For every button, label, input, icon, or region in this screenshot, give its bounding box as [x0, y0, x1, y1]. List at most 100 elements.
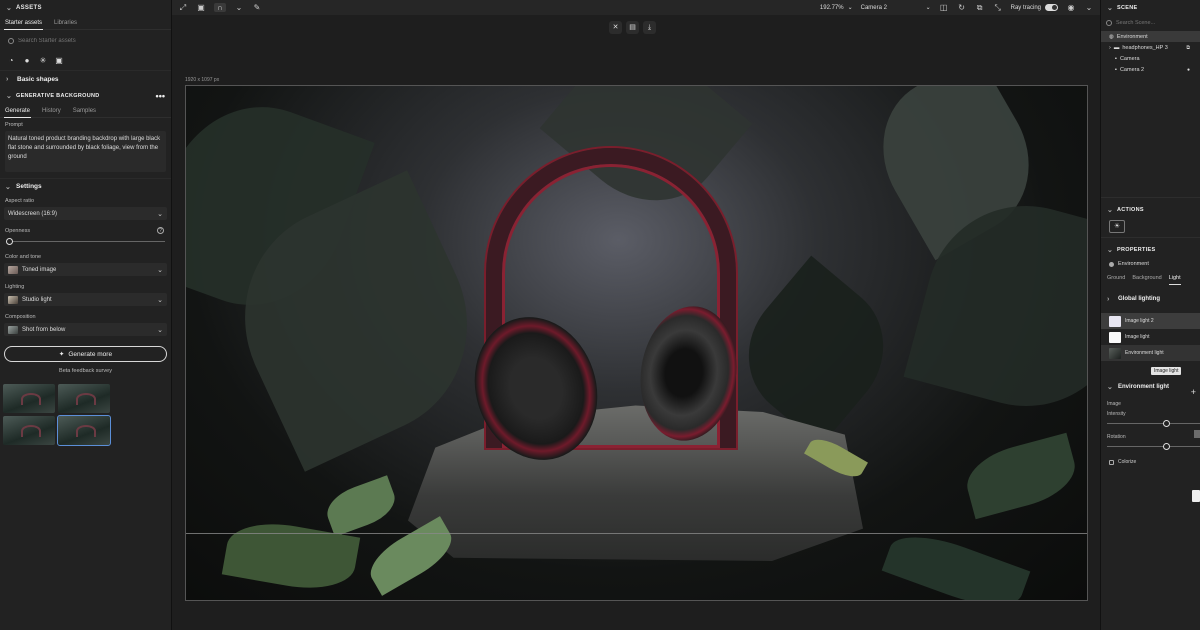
intensity-label: Intensity	[1107, 411, 1126, 417]
lighting-value: Studio light	[22, 296, 52, 303]
slider-knob[interactable]	[1163, 420, 1170, 427]
zoom-select[interactable]: 192.77% ⌄	[820, 4, 853, 12]
generative-background-header[interactable]: ⌄ GENERATIVE BACKGROUND •••	[0, 88, 171, 104]
generative-background-title: GENERATIVE BACKGROUND	[16, 93, 100, 99]
slider-track	[1107, 446, 1200, 447]
generated-thumbnail[interactable]	[3, 416, 55, 445]
scene-spacer	[1101, 75, 1200, 193]
beta-feedback-link[interactable]: Beta feedback survey	[0, 368, 171, 374]
colorize-row[interactable]: Colorize	[1101, 451, 1200, 465]
tree-item-headphones[interactable]: › ▬ headphones_HP 3 ⧉	[1101, 42, 1200, 53]
prompt-textarea[interactable]: Natural toned product branding backdrop …	[5, 131, 166, 172]
lighting-select[interactable]: Studio light ⌄	[4, 293, 167, 306]
aspect-ratio-select[interactable]: Widescreen (16:9) ⌄	[4, 207, 167, 220]
environment-image-swatch[interactable]	[1194, 430, 1200, 438]
tab-generate[interactable]: Generate	[4, 104, 32, 118]
tab-ground[interactable]: Ground	[1107, 275, 1125, 285]
color-tone-select[interactable]: Toned image ⌄	[4, 263, 167, 276]
close-icon[interactable]: ✕	[609, 21, 622, 34]
generate-more-label: Generate more	[68, 350, 113, 358]
generated-thumbnail-selected[interactable]	[57, 415, 111, 446]
globe-icon	[1109, 261, 1114, 267]
tab-background[interactable]: Background	[1132, 275, 1161, 285]
openness-slider[interactable]	[6, 238, 165, 246]
scene-header[interactable]: ⌄ SCENE	[1101, 0, 1200, 15]
rotate-icon[interactable]: ↻	[957, 3, 967, 12]
assets-header[interactable]: ⌄ ASSETS	[0, 0, 171, 16]
light-swatch	[1109, 347, 1121, 359]
camera-icon: ▪	[1115, 55, 1117, 62]
properties-header[interactable]: ⌄ PROPERTIES	[1101, 242, 1200, 257]
chevron-down-icon[interactable]: ⌄	[234, 3, 244, 12]
camera-select[interactable]: Camera 2 ⌄	[861, 4, 931, 12]
global-lighting-header[interactable]: › Global lighting	[1101, 291, 1200, 307]
generate-more-button[interactable]: ✦ Generate more	[4, 346, 167, 362]
light-icon[interactable]: ✳	[39, 57, 47, 65]
basic-shapes-row[interactable]: › Basic shapes	[0, 70, 171, 88]
clipboard-icon[interactable]: ▤	[626, 21, 639, 34]
canvas-dimensions: 1920 x 1097 px	[185, 77, 220, 83]
colorize-checkbox[interactable]	[1109, 459, 1114, 465]
light-item-environment-light[interactable]: Environment light	[1101, 345, 1200, 361]
chevron-right-icon: ›	[1107, 295, 1110, 303]
colorize-color-swatch[interactable]	[1192, 490, 1200, 502]
render-canvas[interactable]	[185, 85, 1088, 601]
settings-header[interactable]: ⌄ Settings	[0, 178, 171, 194]
tree-item-environment[interactable]: ◍ Environment	[1101, 31, 1200, 42]
scene-panel: ⌄ SCENE Search Scene... ◍ Environment › …	[1100, 0, 1200, 630]
chevron-down-icon: ⌄	[1107, 384, 1113, 391]
action-light-button[interactable]: ☀	[1109, 220, 1125, 233]
frame-camera-icon[interactable]: ⧉	[975, 3, 985, 13]
eye-icon[interactable]: ◉	[1066, 3, 1076, 12]
lighting-label: Lighting	[5, 284, 25, 290]
openness-label-row: Openness ?	[0, 227, 171, 234]
image-icon[interactable]: ▣	[55, 57, 63, 65]
toolbar-right: 192.77% ⌄ Camera 2 ⌄ ◫ ↻ ⧉ ⤡ Ray tracing…	[820, 3, 1094, 13]
shape-icon[interactable]: ◔	[7, 57, 15, 65]
transform-icon[interactable]: ⤢	[178, 3, 188, 13]
more-options-icon[interactable]: •••	[156, 91, 165, 101]
tree-item-camera-2[interactable]: ▪ Camera 2 ●	[1101, 64, 1200, 75]
expand-icon[interactable]: ⤡	[993, 3, 1003, 13]
environment-light-header[interactable]: ⌄ Environment light	[1101, 379, 1200, 395]
assets-search-input[interactable]	[18, 38, 158, 44]
add-light-icon[interactable]: +	[1191, 387, 1196, 397]
color-tone-label: Color and tone	[5, 254, 42, 260]
wand-icon[interactable]: ✎	[252, 3, 262, 12]
actions-header[interactable]: ⌄ ACTIONS	[1101, 202, 1200, 217]
tree-item-camera[interactable]: ▪ Camera	[1101, 53, 1200, 64]
sphere-icon[interactable]: ●	[23, 57, 31, 65]
tab-samples[interactable]: Samples	[72, 104, 97, 118]
assets-search[interactable]	[6, 34, 165, 48]
intensity-slider[interactable]	[1107, 420, 1200, 428]
generated-thumbnail[interactable]	[3, 384, 55, 413]
light-item-image-light[interactable]: Image light	[1101, 329, 1200, 345]
slider-knob[interactable]	[1163, 443, 1170, 450]
divider	[1101, 237, 1200, 238]
leaf	[362, 516, 460, 596]
light-item-image-light-2[interactable]: Image light 2	[1101, 313, 1200, 329]
chevron-right-icon: ›	[6, 76, 9, 83]
scene-search[interactable]: Search Scene...	[1106, 17, 1195, 29]
ray-tracing-toggle[interactable]	[1045, 4, 1058, 11]
generated-thumbnail[interactable]	[58, 384, 110, 413]
slider-knob[interactable]	[6, 238, 13, 245]
properties-title: PROPERTIES	[1117, 246, 1156, 253]
magnet-icon[interactable]: ∩	[214, 3, 226, 12]
link-icon[interactable]: ⧉	[1186, 45, 1190, 51]
tab-light[interactable]: Light	[1168, 275, 1181, 285]
prompt-label: Prompt	[5, 122, 23, 128]
scene-title: SCENE	[1117, 4, 1138, 11]
frame-icon[interactable]: ▣	[196, 3, 206, 12]
help-icon[interactable]: ?	[157, 227, 164, 234]
camera-icon[interactable]: ◫	[939, 3, 949, 12]
tab-history[interactable]: History	[41, 104, 62, 118]
chevron-down-icon[interactable]: ⌄	[1084, 3, 1094, 12]
rotation-slider[interactable]	[1107, 443, 1200, 451]
tab-starter-assets[interactable]: Starter assets	[4, 16, 44, 30]
folder-icon: ▬	[1113, 44, 1120, 51]
colorize-label: Colorize	[1118, 459, 1137, 465]
download-icon[interactable]: ⤓	[643, 21, 656, 34]
composition-select[interactable]: Shot from below ⌄	[4, 323, 167, 336]
tab-libraries[interactable]: Libraries	[53, 16, 78, 30]
